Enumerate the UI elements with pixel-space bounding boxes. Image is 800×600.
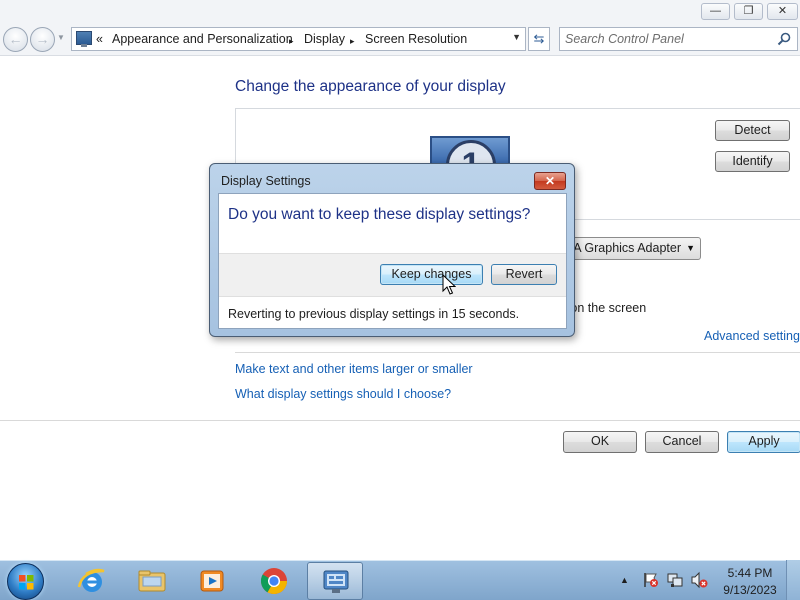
keep-changes-button[interactable]: Keep changes bbox=[380, 264, 483, 285]
which-settings-link[interactable]: What display settings should I choose? bbox=[235, 387, 451, 401]
minimize-button[interactable]: — bbox=[701, 3, 730, 20]
revert-button[interactable]: Revert bbox=[491, 264, 557, 285]
windows-explorer-icon bbox=[138, 570, 166, 592]
recent-pages-dropdown-icon[interactable]: ▼ bbox=[57, 33, 65, 42]
dialog-button-strip: Keep changes Revert bbox=[219, 253, 566, 297]
cancel-button[interactable]: Cancel bbox=[645, 431, 719, 453]
taskbar-control-panel[interactable] bbox=[307, 562, 363, 600]
chrome-icon bbox=[260, 568, 288, 595]
window-titlebar: — ❐ ✕ bbox=[0, 0, 800, 24]
text-size-link[interactable]: Make text and other items larger or smal… bbox=[235, 362, 473, 376]
navigation-bar: ← → ▼ « Appearance and Personalization ▸… bbox=[0, 24, 800, 56]
dialog-close-button[interactable]: ✕ bbox=[534, 172, 566, 190]
clock-date[interactable]: 9/13/2023 bbox=[718, 583, 782, 597]
revert-countdown-text: Reverting to previous display settings i… bbox=[228, 307, 520, 321]
breadcrumb-separator-icon[interactable]: ▸ bbox=[350, 33, 355, 49]
chevron-down-icon: ▼ bbox=[686, 243, 695, 253]
maximize-button[interactable]: ❐ bbox=[734, 3, 763, 20]
search-icon[interactable] bbox=[777, 32, 791, 46]
dialog-title: Display Settings bbox=[221, 174, 311, 188]
display-select[interactable]: SA Graphics Adapter ▼ bbox=[560, 237, 701, 260]
ok-button[interactable]: OK bbox=[563, 431, 637, 453]
refresh-button[interactable]: ⇆ bbox=[528, 27, 550, 51]
taskbar-media-player[interactable] bbox=[184, 562, 240, 600]
breadcrumb-display[interactable]: Display bbox=[304, 31, 345, 47]
dialog-question: Do you want to keep these display settin… bbox=[228, 206, 531, 223]
breadcrumb-screen-resolution[interactable]: Screen Resolution bbox=[365, 31, 467, 47]
start-button[interactable] bbox=[7, 563, 44, 600]
taskbar: ▲ bbox=[0, 560, 800, 600]
internet-explorer-icon bbox=[77, 568, 105, 592]
taskbar-chrome[interactable] bbox=[246, 562, 302, 600]
back-button[interactable]: ← bbox=[3, 27, 28, 52]
orientation-description: t on the screen. bbox=[560, 301, 647, 315]
taskbar-internet-explorer[interactable] bbox=[64, 562, 120, 600]
show-hidden-icons-button[interactable]: ▲ bbox=[620, 575, 629, 585]
taskbar-windows-explorer[interactable] bbox=[124, 562, 180, 600]
display-select-value: SA Graphics Adapter bbox=[565, 241, 681, 255]
breadcrumb-appearance[interactable]: Appearance and Personalization bbox=[112, 31, 293, 47]
search-input[interactable] bbox=[565, 31, 770, 47]
forward-button[interactable]: → bbox=[30, 27, 55, 52]
address-bar[interactable]: « Appearance and Personalization ▸ Displ… bbox=[71, 27, 526, 51]
windows-logo-icon bbox=[19, 575, 34, 590]
search-box[interactable] bbox=[559, 27, 798, 51]
address-history-dropdown-icon[interactable]: ▼ bbox=[512, 32, 521, 42]
detect-button[interactable]: Detect bbox=[715, 120, 790, 141]
control-panel-icon bbox=[323, 570, 349, 593]
media-player-icon bbox=[200, 570, 224, 592]
divider bbox=[235, 352, 800, 353]
display-settings-dialog: Display Settings ✕ Do you want to keep t… bbox=[209, 163, 575, 337]
network-icon[interactable] bbox=[666, 571, 684, 589]
show-desktop-button[interactable] bbox=[786, 560, 800, 600]
clock-time[interactable]: 5:44 PM bbox=[718, 566, 782, 580]
control-panel-icon bbox=[76, 31, 92, 47]
action-center-flag-icon[interactable] bbox=[642, 571, 660, 589]
breadcrumb-separator-icon[interactable]: ▸ bbox=[289, 33, 294, 49]
identify-button[interactable]: Identify bbox=[715, 151, 790, 172]
breadcrumb-overflow[interactable]: « bbox=[96, 31, 103, 47]
apply-button[interactable]: Apply bbox=[727, 431, 800, 453]
advanced-settings-link[interactable]: Advanced settings bbox=[704, 329, 800, 343]
dialog-body: Do you want to keep these display settin… bbox=[218, 193, 567, 329]
divider bbox=[0, 420, 800, 421]
volume-muted-icon[interactable] bbox=[690, 571, 708, 589]
close-window-button[interactable]: ✕ bbox=[767, 3, 798, 20]
page-title: Change the appearance of your display bbox=[235, 78, 506, 95]
mouse-pointer-icon bbox=[442, 274, 456, 295]
